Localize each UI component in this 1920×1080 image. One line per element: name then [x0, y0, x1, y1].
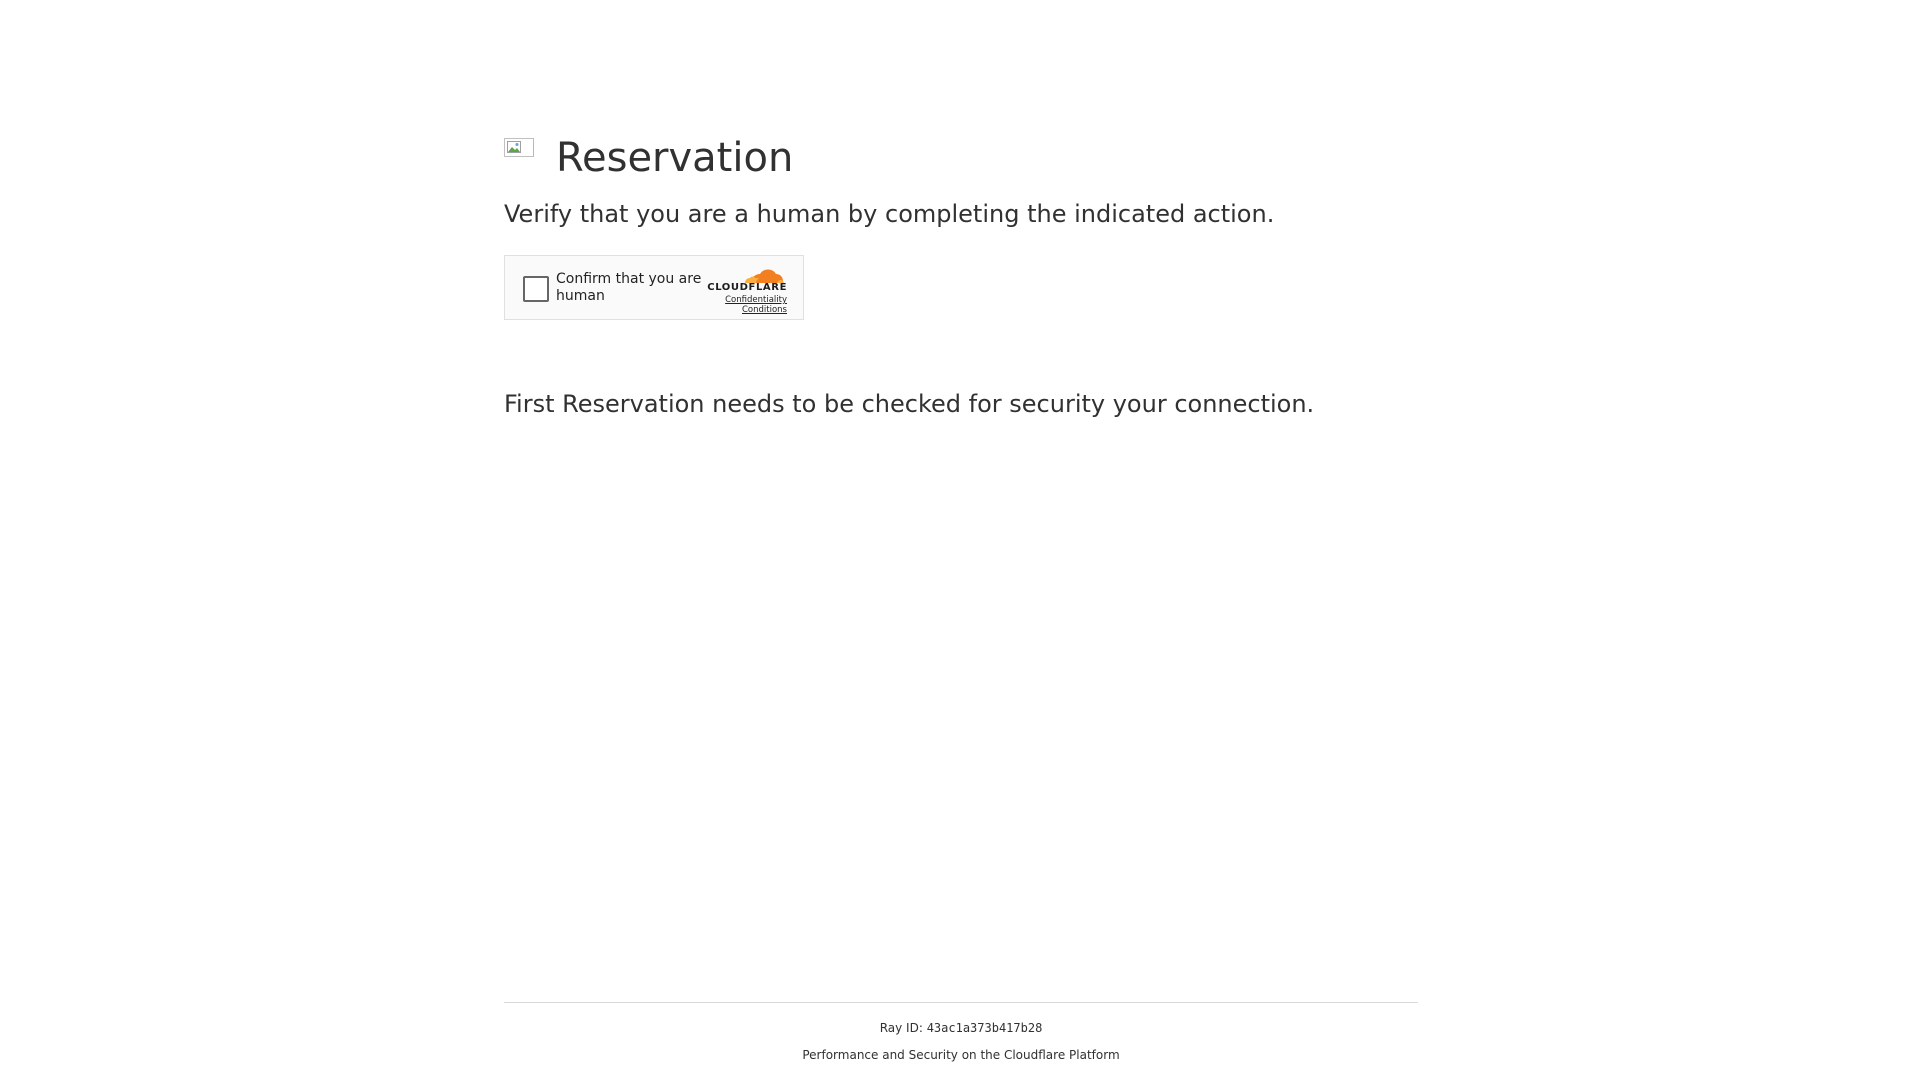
- widget-links: Confidentiality Conditions: [725, 295, 787, 315]
- footer: Ray ID: 43ac1a373b417b28 Performance and…: [504, 1002, 1418, 1063]
- confidentiality-link[interactable]: Confidentiality: [725, 295, 787, 305]
- ray-id-label: Ray ID:: [879, 1021, 923, 1035]
- security-message: First Reservation needs to be checked fo…: [504, 390, 1315, 418]
- page-subtitle: Verify that you are a human by completin…: [504, 200, 1275, 228]
- ray-id-line: Ray ID: 43ac1a373b417b28: [504, 1020, 1418, 1036]
- broken-image-icon: [504, 137, 534, 157]
- title-row: Reservation: [504, 130, 1418, 186]
- conditions-link[interactable]: Conditions: [725, 305, 787, 315]
- challenge-page: Reservation Verify that you are a human …: [0, 0, 1920, 1080]
- platform-text: Performance and Security on the Cloudfla…: [802, 1048, 1120, 1062]
- human-verification-widget: Confirm that you are human CLOUDFLARE Co…: [504, 255, 804, 320]
- verify-checkbox[interactable]: [523, 276, 549, 302]
- page-title: Reservation: [556, 135, 794, 181]
- ray-id-value: 43ac1a373b417b28: [926, 1021, 1043, 1035]
- verify-checkbox-label[interactable]: Confirm that you are human: [556, 271, 716, 305]
- cloudflare-wordmark: CLOUDFLARE: [707, 282, 787, 293]
- main-content: Reservation Verify that you are a human …: [504, 130, 1418, 420]
